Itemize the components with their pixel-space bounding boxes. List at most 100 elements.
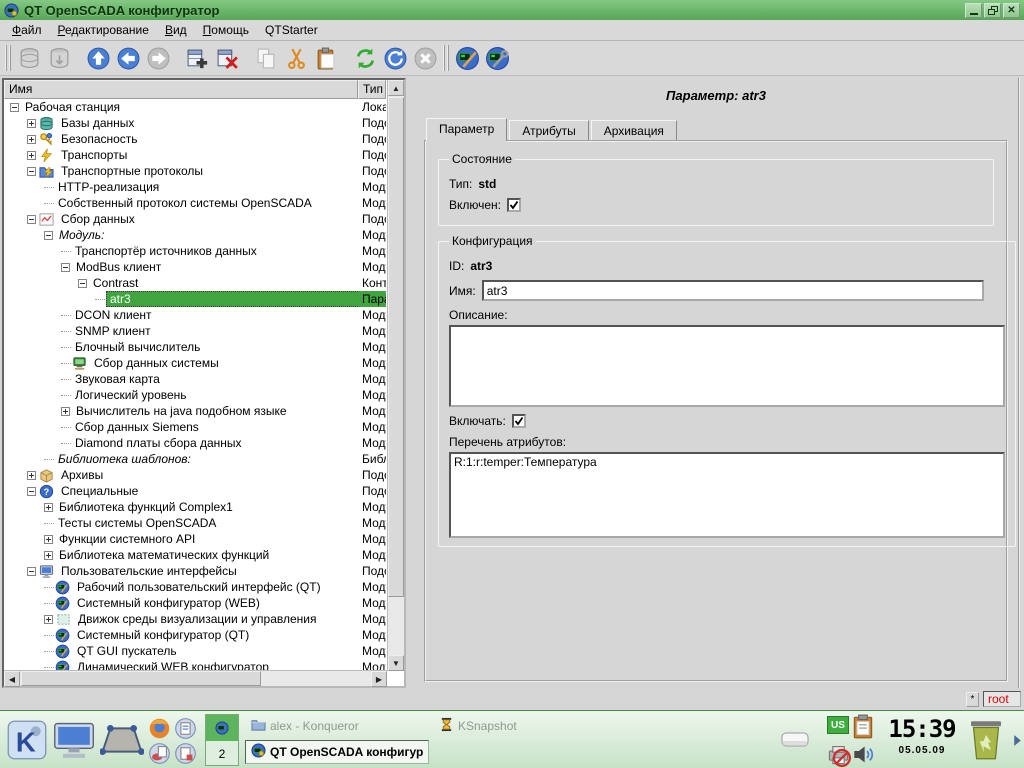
keyboard-layout-indicator[interactable]: US (827, 716, 849, 734)
name-input[interactable] (482, 280, 984, 301)
menu-file[interactable]: Файл (4, 21, 50, 39)
taskbar-clock[interactable]: 15:39 05.05.09 (888, 713, 956, 767)
tree-item-звуковая-карта[interactable]: Звуковая картаМоду (4, 371, 386, 387)
tree-item-архивы[interactable]: АрхивыПодс (4, 467, 386, 483)
tree-item-вычислитель-на-java-подобном-языке[interactable]: Вычислитель на java подобном языкеМоду (4, 403, 386, 419)
tree-item-функции-системного-api[interactable]: Функции системного APIМоду (4, 531, 386, 547)
toolbar-handle[interactable] (443, 45, 449, 71)
tree-item-собственный-протокол-системы-openscada[interactable]: Собственный протокол системы OpenSCADAМо… (4, 195, 386, 211)
tree-item-diamond-платы-сбора-данных[interactable]: Diamond платы сбора данныхМоду (4, 435, 386, 451)
collapse-icon[interactable] (44, 231, 53, 240)
enabled-checkbox[interactable] (507, 198, 521, 212)
tree-item-транспорты[interactable]: ТранспортыПодс (4, 147, 386, 163)
qt-configurator-button[interactable] (482, 43, 512, 73)
tree-item-snmp-клиент[interactable]: SNMP клиентМоду (4, 323, 386, 339)
tree-item-сбор-данных[interactable]: Сбор данныхПодс (4, 211, 386, 227)
volume-tray-icon[interactable] (852, 744, 875, 765)
tree-item-логический-уровень[interactable]: Логический уровеньМоду (4, 387, 386, 403)
menu-view[interactable]: Вид (157, 21, 195, 39)
tree-item-блочный-вычислитель[interactable]: Блочный вычислительМоду (4, 339, 386, 355)
firefox-launcher[interactable] (148, 717, 171, 740)
menu-edit[interactable]: Редактирование (50, 21, 157, 39)
taskbar-task-2[interactable]: KSnapshot (433, 714, 617, 738)
tree-item-рабочий-пользовательский-интерфейс-qt[interactable]: Рабочий пользовательский интерфейс (QT)М… (4, 579, 386, 595)
attributes-textarea[interactable]: R:1:r:temper:Температура (449, 452, 1005, 538)
tree-item-сбор-данных-siemens[interactable]: Сбор данных SiemensМоду (4, 419, 386, 435)
scroll-up-icon[interactable]: ▲ (388, 80, 404, 96)
collapse-icon[interactable] (27, 215, 36, 224)
scroll-down-icon[interactable]: ▼ (388, 655, 404, 671)
cut-item-button[interactable] (281, 43, 311, 73)
enable-checkbox[interactable] (512, 414, 526, 428)
expand-icon[interactable] (27, 471, 36, 480)
toolbar-handle[interactable] (5, 45, 11, 71)
tree-item-contrast[interactable]: ContrastКонтр (4, 275, 386, 291)
klipper-tray-icon[interactable] (852, 714, 874, 740)
tree-item-atr3[interactable]: atr3Пара (4, 291, 386, 307)
qt-work-ui-button[interactable] (452, 43, 482, 73)
show-desktop-button[interactable] (100, 723, 144, 757)
expand-icon[interactable] (44, 551, 53, 560)
tree-item-библиотека-шаблонов[interactable]: Библиотека шаблонов:Библ (4, 451, 386, 467)
tab-архивация[interactable]: Архивация (591, 120, 677, 141)
tab-параметр[interactable]: Параметр (426, 118, 507, 141)
menu-help[interactable]: Помощь (195, 21, 257, 39)
horizontal-scroll-thumb[interactable] (21, 671, 261, 686)
expand-icon[interactable] (44, 535, 53, 544)
kde-app-launcher-1[interactable] (174, 717, 197, 740)
expand-icon[interactable] (27, 119, 36, 128)
kde-app-launcher-3[interactable] (174, 742, 197, 765)
add-item-button[interactable] (182, 43, 212, 73)
tree-item-системный-конфигуратор-qt[interactable]: Системный конфигуратор (QT)Моду (4, 627, 386, 643)
taskbar-task-1[interactable]: alex - Konqueror (245, 714, 429, 738)
tree-item-modbus-клиент[interactable]: ModBus клиентМоду (4, 259, 386, 275)
tree-column-type[interactable]: Тип (358, 80, 386, 99)
back-button[interactable] (113, 43, 143, 73)
collapse-icon[interactable] (78, 279, 87, 288)
description-textarea[interactable] (449, 325, 1005, 407)
collapse-icon[interactable] (27, 487, 36, 496)
tree-item-библиотека-математических-функций[interactable]: Библиотека математических функцийМоду (4, 547, 386, 563)
tree-column-name[interactable]: Имя (4, 80, 358, 99)
expand-icon[interactable] (61, 407, 70, 416)
tree-item-транспортёр-источников-данных[interactable]: Транспортёр источников данныхМоду (4, 243, 386, 259)
tree-vertical-scrollbar[interactable]: ▲ ▼ (387, 80, 404, 671)
expand-icon[interactable] (27, 151, 36, 160)
tree-item-тесты-системы-openscada[interactable]: Тесты системы OpenSCADAМоду (4, 515, 386, 531)
removable-drive-tray-icon[interactable] (779, 728, 811, 752)
tree-horizontal-scrollbar[interactable]: ◀ ▶ (4, 670, 387, 686)
taskbar-task-3[interactable]: QT OpenSCADA конфигур (245, 740, 429, 764)
scroll-right-icon[interactable]: ▶ (371, 671, 387, 687)
expand-icon[interactable] (27, 135, 36, 144)
paste-item-button[interactable] (311, 43, 341, 73)
tree-item-рабочая-станция[interactable]: Рабочая станцияЛока (4, 99, 386, 115)
kde-app-launcher-2[interactable] (148, 742, 171, 765)
desktop-access-button[interactable] (52, 719, 96, 761)
scroll-left-icon[interactable]: ◀ (4, 671, 20, 687)
printer-disabled-tray-icon[interactable] (826, 742, 851, 767)
panel-hide-arrow[interactable] (1013, 734, 1022, 747)
tree-item-сбор-данных-системы[interactable]: Сбор данных системыМоду (4, 355, 386, 371)
collapse-icon[interactable] (27, 567, 36, 576)
tree-item-транспортные-протоколы[interactable]: Транспортные протоколыПодс (4, 163, 386, 179)
tree-item-qt-gui-пускатель[interactable]: QT GUI пускательМоду (4, 643, 386, 659)
tree-item-движок-среды-визуализации-и-управления[interactable]: Движок среды визуализации и управленияМо… (4, 611, 386, 627)
tree-item-библиотека-функций-complex1[interactable]: Библиотека функций Complex1Моду (4, 499, 386, 515)
tab-атрибуты[interactable]: Атрибуты (509, 120, 588, 141)
expand-icon[interactable] (44, 615, 53, 624)
start-updating-button[interactable] (380, 43, 410, 73)
trash-icon[interactable] (966, 717, 1006, 763)
tree-item-dcon-клиент[interactable]: DCON клиентМоду (4, 307, 386, 323)
delete-item-button[interactable] (212, 43, 242, 73)
restore-button[interactable] (984, 3, 1001, 18)
kmenu-button[interactable]: K (7, 718, 47, 762)
collapse-icon[interactable] (61, 263, 70, 272)
tree-item-специальные[interactable]: ?СпециальныеПодс (4, 483, 386, 499)
menu-qtstarter[interactable]: QTStarter (257, 21, 326, 39)
pager-desktop-1[interactable] (206, 715, 238, 741)
collapse-icon[interactable] (27, 167, 36, 176)
tree-item-безопасность[interactable]: БезопасностьПодс (4, 131, 386, 147)
tree-item-модуль[interactable]: Модуль:Моду (4, 227, 386, 243)
close-button[interactable]: ✕ (1003, 3, 1020, 18)
titlebar[interactable]: QT OpenSCADA конфигуратор ✕ (0, 0, 1024, 20)
